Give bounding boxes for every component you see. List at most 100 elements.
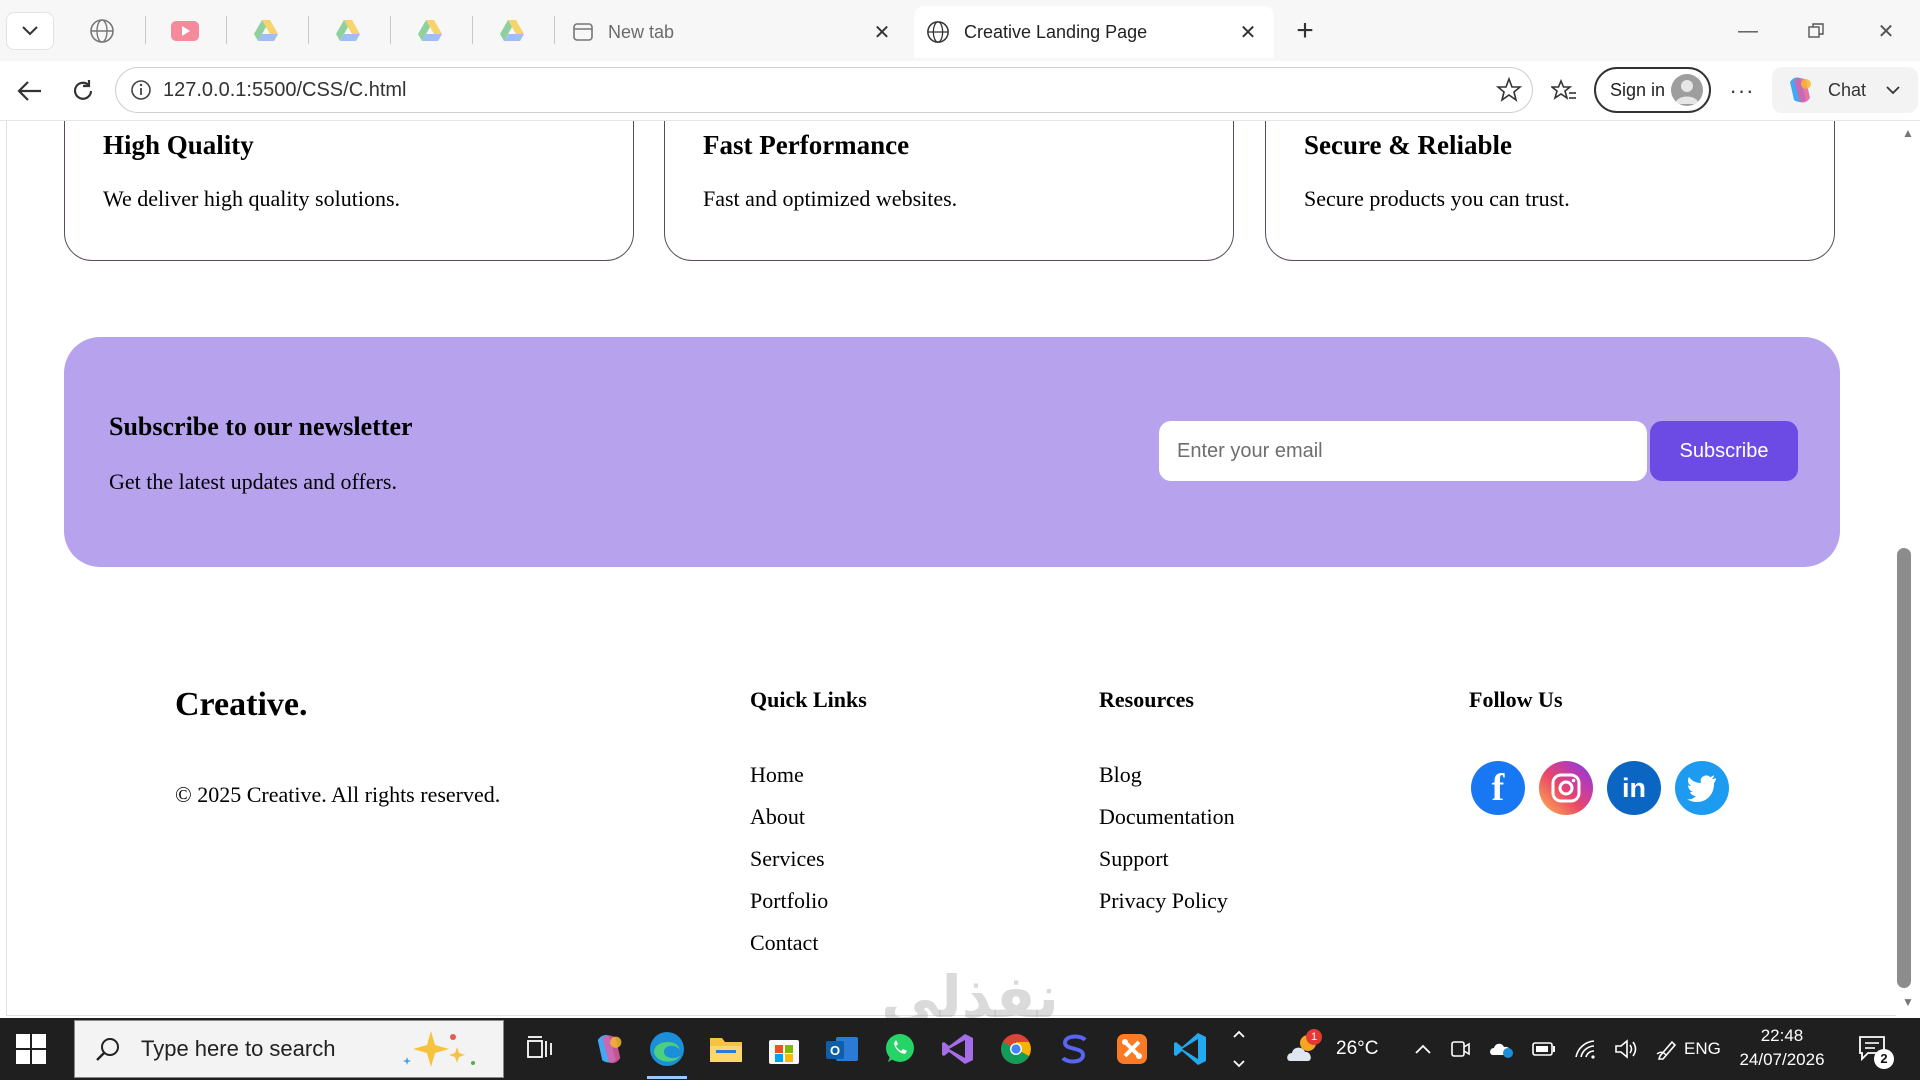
language-indicator[interactable]: ENG — [1684, 1018, 1721, 1080]
pinned-tab-drive-2[interactable] — [320, 12, 376, 50]
back-button[interactable] — [10, 71, 50, 111]
restore-button[interactable] — [1796, 14, 1836, 48]
windows-start-icon[interactable] — [14, 1032, 48, 1066]
clock-date: 24/07/2026 — [1739, 1050, 1825, 1069]
footer-link-home[interactable]: Home — [750, 754, 828, 796]
battery-icon[interactable] — [1532, 1042, 1556, 1056]
sign-in-button[interactable]: Sign in — [1594, 67, 1711, 113]
new-tab-page-icon — [573, 23, 593, 41]
taskbar-outlook[interactable]: O — [822, 1029, 862, 1069]
pinned-tab-globe[interactable] — [74, 12, 130, 50]
store-icon — [769, 1040, 799, 1064]
back-arrow-icon — [17, 81, 41, 101]
taskbar-copilot[interactable] — [589, 1029, 629, 1069]
system-tray-icons — [1414, 1018, 1678, 1080]
footer-link-about[interactable]: About — [750, 796, 828, 838]
facebook-icon[interactable]: f — [1471, 761, 1525, 815]
s-logo-icon — [1061, 1034, 1087, 1064]
pinned-tab-youtube[interactable] — [157, 12, 213, 50]
footer-link-contact[interactable]: Contact — [750, 922, 828, 964]
taskbar-app-s[interactable] — [1054, 1029, 1094, 1069]
feature-text: Fast and optimized websites. — [703, 186, 958, 211]
tab-actions-menu-button[interactable] — [6, 12, 54, 50]
chevron-up-icon[interactable] — [1414, 1043, 1432, 1055]
onedrive-sync-icon[interactable] — [1488, 1039, 1514, 1059]
whatsapp-icon — [886, 1034, 914, 1062]
instagram-glyph-icon — [1551, 773, 1581, 803]
instagram-icon[interactable] — [1539, 761, 1593, 815]
favorites-button[interactable] — [1544, 71, 1584, 111]
notification-count-badge: 2 — [1874, 1049, 1894, 1069]
scroll-down-arrow[interactable]: ▼ — [1896, 992, 1920, 1012]
youtube-icon — [171, 21, 199, 41]
email-input[interactable] — [1159, 421, 1647, 481]
tab-creative-landing-page[interactable]: Creative Landing Page ✕ — [914, 6, 1274, 58]
sparkle-icon — [403, 1031, 476, 1067]
taskbar-microsoft-store[interactable] — [764, 1029, 804, 1069]
pen-ink-icon[interactable] — [1656, 1038, 1678, 1060]
taskbar-vscode[interactable] — [1170, 1029, 1210, 1069]
close-tab-icon[interactable]: ✕ — [868, 20, 896, 45]
taskbar-visual-studio[interactable] — [938, 1029, 978, 1069]
copilot-chat-button[interactable]: Chat — [1772, 67, 1918, 113]
feature-title: High Quality — [103, 130, 254, 160]
pinned-tab-drive-3[interactable] — [402, 12, 458, 50]
refresh-button[interactable] — [63, 71, 103, 111]
wifi-icon[interactable] — [1574, 1039, 1596, 1059]
pinned-tab-drive-4[interactable] — [484, 12, 540, 50]
footer-link-privacy-policy[interactable]: Privacy Policy — [1099, 880, 1235, 922]
scroll-up-arrow[interactable]: ▲ — [1896, 123, 1920, 143]
tab-separator — [554, 16, 555, 44]
google-drive-icon — [418, 20, 442, 41]
tab-separator — [472, 16, 473, 44]
close-tab-icon[interactable]: ✕ — [1234, 20, 1262, 45]
address-bar[interactable]: 127.0.0.1:5500/CSS/C.html — [115, 67, 1533, 113]
search-placeholder: Type here to search — [141, 1036, 336, 1061]
feature-card-high-quality: High Quality We deliver high quality sol… — [64, 121, 634, 261]
edge-active-indicator — [647, 1076, 687, 1079]
taskbar-chrome[interactable] — [996, 1029, 1036, 1069]
url-text[interactable]: 127.0.0.1:5500/CSS/C.html — [163, 79, 406, 102]
footer-brand-logo[interactable]: Creative. — [175, 686, 307, 724]
settings-more-button[interactable]: ··· — [1722, 71, 1762, 111]
footer-link-support[interactable]: Support — [1099, 838, 1235, 880]
windows-taskbar: Type here to search O 1 26°C ENG 22:48 2… — [0, 1018, 1920, 1080]
restore-icon — [1808, 23, 1824, 38]
copilot-icon — [597, 1034, 622, 1064]
tab-separator — [145, 16, 146, 44]
taskbar-search-box[interactable]: Type here to search — [74, 1020, 504, 1078]
taskbar-scroll-buttons[interactable] — [1226, 1029, 1252, 1069]
site-info-icon[interactable] — [130, 79, 152, 101]
favorite-star-icon[interactable] — [1496, 77, 1522, 103]
close-window-button[interactable]: ✕ — [1866, 14, 1906, 48]
weather-widget[interactable]: 1 26°C — [1284, 1018, 1378, 1080]
taskbar-clock[interactable]: 22:48 24/07/2026 — [1728, 1024, 1836, 1072]
task-view-button[interactable] — [520, 1029, 560, 1069]
footer-link-documentation[interactable]: Documentation — [1099, 796, 1235, 838]
footer-link-services[interactable]: Services — [750, 838, 828, 880]
minimize-icon: — — [1738, 19, 1758, 42]
linkedin-icon[interactable]: in — [1607, 761, 1661, 815]
scrollbar-thumb[interactable] — [1897, 548, 1911, 988]
new-tab-button[interactable]: + — [1288, 14, 1322, 48]
pinned-tab-drive-1[interactable] — [238, 12, 294, 50]
subscribe-button[interactable]: Subscribe — [1650, 421, 1798, 481]
meet-now-icon[interactable] — [1450, 1038, 1470, 1060]
taskbar-file-explorer[interactable] — [706, 1029, 746, 1069]
landing-page: High Quality We deliver high quality sol… — [7, 121, 1896, 1015]
twitter-icon[interactable] — [1675, 761, 1729, 815]
footer-link-blog[interactable]: Blog — [1099, 754, 1235, 796]
volume-icon[interactable] — [1614, 1039, 1638, 1059]
tab-new-tab[interactable]: New tab ✕ — [560, 6, 908, 58]
chevron-down-icon — [22, 26, 38, 36]
notification-center-button[interactable]: 2 — [1856, 1018, 1896, 1080]
weather-temperature: 26°C — [1336, 1038, 1379, 1059]
taskbar-whatsapp[interactable] — [880, 1029, 920, 1069]
clock-time: 22:48 — [1760, 1026, 1804, 1045]
notification-icon: 2 — [1856, 1029, 1896, 1069]
minimize-button[interactable]: — — [1728, 14, 1768, 48]
taskbar-edge[interactable] — [647, 1029, 687, 1069]
feature-title: Fast Performance — [703, 130, 910, 160]
footer-link-portfolio[interactable]: Portfolio — [750, 880, 828, 922]
taskbar-xampp[interactable] — [1112, 1029, 1152, 1069]
